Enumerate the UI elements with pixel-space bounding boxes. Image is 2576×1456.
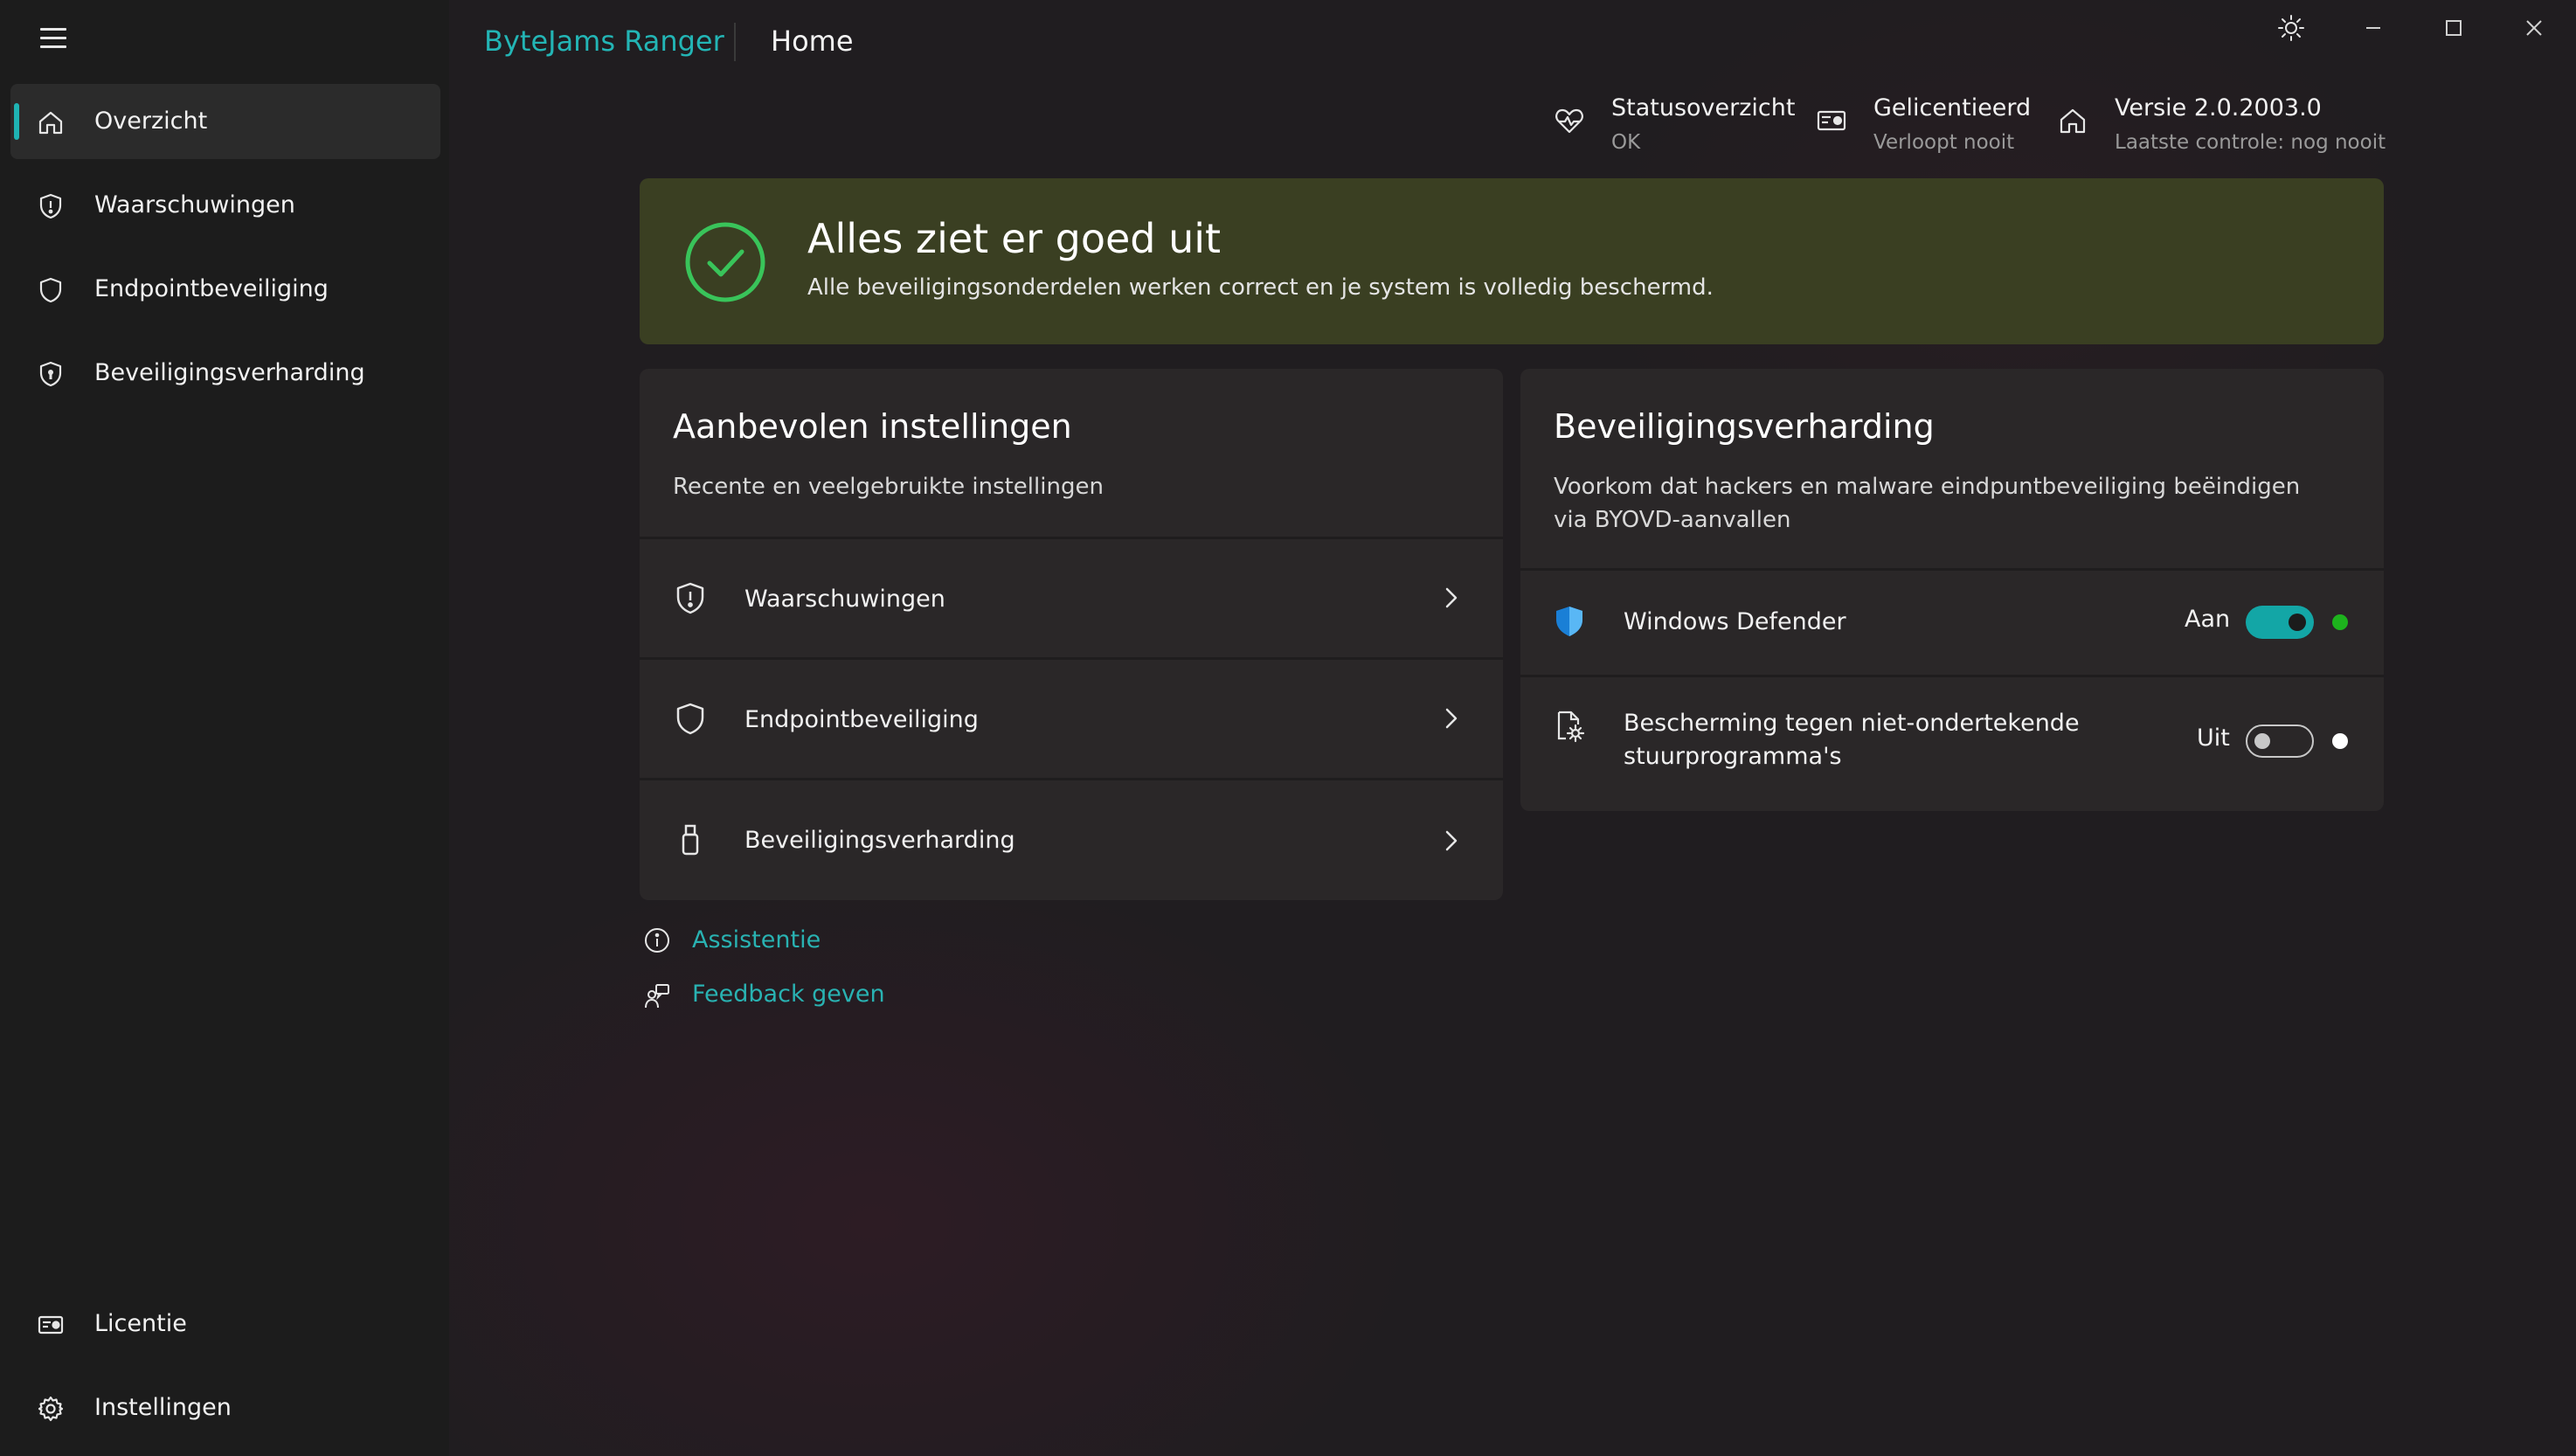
settings-row-endpointbeveiliging[interactable]: Endpointbeveiliging: [640, 657, 1503, 780]
sidebar-item-label: Licentie: [94, 1310, 187, 1337]
license-icon: [38, 1315, 64, 1335]
usb-drive-icon: [682, 824, 699, 856]
hardening-row-label: Bescherming tegen niet-ondertekende stuu…: [1624, 710, 2080, 770]
status-version-title: Versie 2.0.2003.0: [2115, 94, 2322, 121]
settings-row-waarschuwingen[interactable]: Waarschuwingen: [640, 537, 1503, 660]
status-version-value: Laatste controle: nog nooit: [2115, 131, 2386, 154]
heartbeat-icon: [1555, 108, 1583, 134]
info-icon: [645, 928, 669, 953]
card-title: Aanbevolen instellingen: [673, 407, 1072, 446]
sidebar-item-overzicht[interactable]: Overzicht: [10, 84, 440, 159]
card-title: Beveiligingsverharding: [1554, 407, 1935, 446]
title-divider: [734, 23, 736, 61]
home-icon: [2060, 108, 2086, 134]
sidebar-item-label: Instellingen: [94, 1394, 232, 1421]
hardening-row-windows-defender: Windows Defender Aan: [1520, 568, 2384, 677]
status-health-value: OK: [1611, 131, 1641, 154]
assistance-link[interactable]: Assistentie: [692, 926, 821, 953]
shield-alert-icon: [39, 193, 62, 219]
sidebar-item-licentie[interactable]: Licentie: [10, 1286, 440, 1362]
settings-row-beveiligingsverharding[interactable]: Beveiligingsverharding: [640, 778, 1503, 900]
feedback-link[interactable]: Feedback geven: [692, 981, 885, 1008]
recommended-settings-card: Aanbevolen instellingen Recente en veelg…: [640, 369, 1503, 900]
maximize-icon[interactable]: [2433, 10, 2475, 45]
status-health-title: Statusoverzicht: [1611, 94, 1796, 121]
feedback-icon: [645, 984, 669, 1009]
status-banner: Alles ziet er goed uit Alle beveiligings…: [640, 178, 2384, 344]
card-subtitle: Recente en veelgebruikte instellingen: [673, 474, 1104, 500]
driver-gear-icon: [1557, 711, 1585, 743]
check-circle-icon: [685, 222, 765, 302]
settings-row-label: Endpointbeveiliging: [744, 706, 979, 733]
page-title: Home: [771, 24, 854, 58]
home-icon: [38, 111, 63, 135]
chevron-right-icon: [1445, 587, 1458, 608]
sidebar-item-label: Beveiligingsverharding: [94, 359, 365, 386]
shield-alert-icon: [676, 582, 704, 614]
unsigned-drivers-toggle[interactable]: [2246, 725, 2314, 758]
sun-icon[interactable]: [2270, 10, 2312, 45]
defender-shield-icon: [1556, 607, 1582, 636]
chevron-right-icon: [1445, 830, 1458, 851]
minimize-icon[interactable]: [2352, 10, 2394, 45]
close-icon[interactable]: [2513, 10, 2555, 45]
hardening-card: Beveiligingsverharding Voorkom dat hacke…: [1520, 369, 2384, 811]
gear-icon: [38, 1396, 64, 1422]
shield-icon: [676, 703, 704, 735]
app-title: ByteJams Ranger: [484, 24, 724, 58]
shield-lock-icon: [39, 361, 62, 387]
status-license-title: Gelicentieerd: [1873, 94, 2032, 121]
sidebar-item-endpointbeveiliging[interactable]: Endpointbeveiliging: [10, 252, 440, 327]
card-subtitle: Voorkom dat hackers en malware eindpuntb…: [1554, 474, 2301, 533]
app-window: Overzicht Waarschuwingen Endpointbeveili…: [0, 0, 2576, 1456]
settings-row-label: Waarschuwingen: [744, 586, 945, 613]
menu-icon[interactable]: [40, 28, 66, 54]
banner-title: Alles ziet er goed uit: [807, 215, 1222, 262]
sidebar-item-beveiligingsverharding[interactable]: Beveiligingsverharding: [10, 336, 440, 411]
banner-subtitle: Alle beveiligingsonderdelen werken corre…: [807, 274, 1714, 301]
hardening-row-label: Windows Defender: [1624, 608, 1846, 635]
sidebar-item-label: Waarschuwingen: [94, 191, 295, 218]
sidebar-item-instellingen[interactable]: Instellingen: [10, 1370, 440, 1446]
sidebar-item-waarschuwingen[interactable]: Waarschuwingen: [10, 168, 440, 243]
toggle-state-label: Uit: [2197, 725, 2230, 752]
windows-defender-toggle[interactable]: [2246, 606, 2314, 639]
sidebar-item-label: Overzicht: [94, 107, 208, 135]
toggle-state-label: Aan: [2185, 606, 2231, 633]
sidebar-item-label: Endpointbeveiliging: [94, 275, 329, 302]
status-dot: [2332, 733, 2348, 749]
sidebar: Overzicht Waarschuwingen Endpointbeveili…: [0, 0, 449, 1456]
status-license-value: Verloopt nooit: [1873, 131, 2015, 154]
status-dot: [2332, 614, 2348, 630]
shield-icon: [39, 277, 62, 303]
settings-row-label: Beveiligingsverharding: [744, 827, 1015, 854]
license-icon: [1817, 110, 1846, 131]
chevron-right-icon: [1445, 708, 1458, 729]
hardening-row-unsigned-drivers: Bescherming tegen niet-ondertekende stuu…: [1520, 675, 2384, 811]
